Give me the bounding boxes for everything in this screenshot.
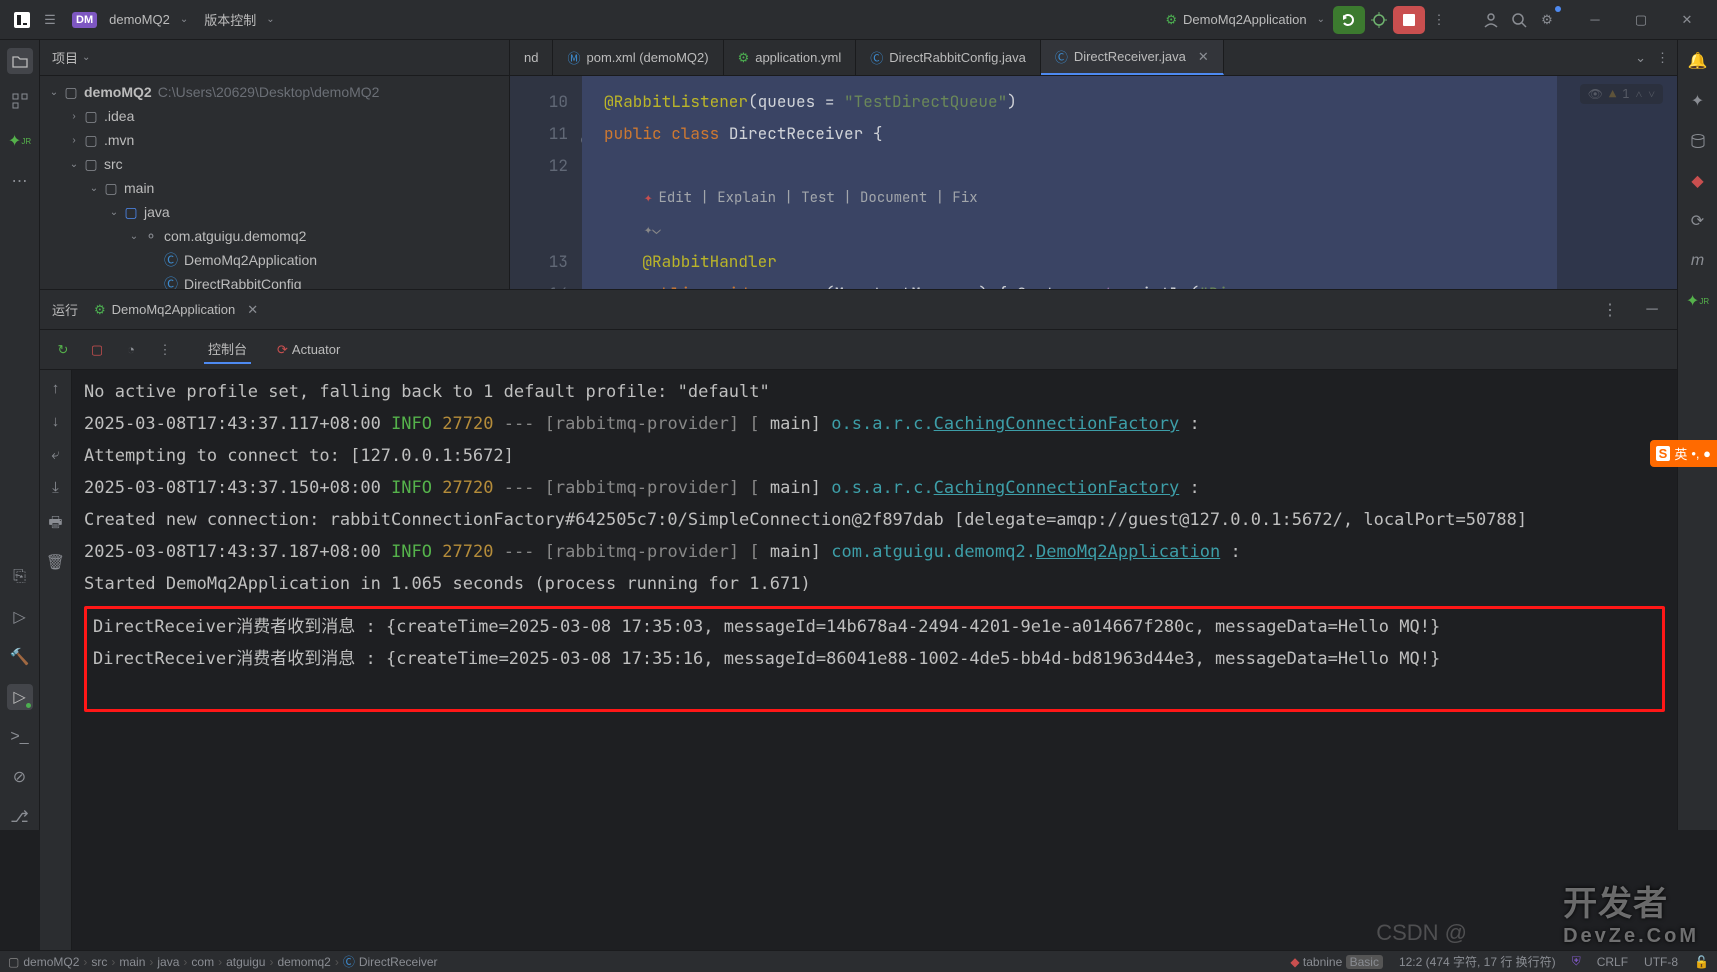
ime-indicator[interactable]: S英 •, ● (1650, 440, 1717, 467)
file-encoding[interactable]: UTF-8 (1644, 955, 1678, 969)
console-rail: ↑ ↓ ⤶ ⤓ 🖶 🗑 (40, 370, 72, 950)
main-menu-icon[interactable]: ☰ (36, 6, 64, 34)
left-tool-rail: ✦JR ⋯ ⎘ ▷ 🔨 ▷ >_ ⊘ ⎇ (0, 40, 40, 830)
soft-wrap-icon[interactable]: ⤶ (51, 446, 59, 463)
more-actions-icon[interactable]: ⋮ (1425, 6, 1453, 34)
build-tool-icon[interactable]: 🔨 (7, 644, 33, 670)
editor-tabs: nd Ⓜpom.xml (demoMQ2) ⚙application.yml Ⓒ… (510, 40, 1677, 76)
readonly-icon[interactable]: 🔓 (1694, 955, 1709, 969)
tree-node-mvn[interactable]: ›▢.mvn (40, 128, 509, 152)
tree-node-src[interactable]: ⌄▢src (40, 152, 509, 176)
tab-yml[interactable]: ⚙application.yml (724, 40, 857, 75)
run-more-icon[interactable]: ⋮ (1597, 297, 1623, 323)
devze-watermark: 开发者DevZe.CoM (1563, 876, 1699, 948)
console-output[interactable]: No active profile set, falling back to 1… (72, 370, 1677, 950)
scroll-end-icon[interactable]: ⤓ (52, 479, 59, 496)
tabnine-status[interactable]: ◆ tabnine Basic (1290, 955, 1383, 969)
search-icon[interactable] (1505, 6, 1533, 34)
tab-config[interactable]: ⒸDirectRabbitConfig.java (856, 40, 1041, 75)
stop-process-icon[interactable]: ▢ (86, 339, 108, 361)
chevron-down-icon: ⌄ (1317, 14, 1325, 25)
status-bar: ▢ demoMQ2› src› main› java› com› atguigu… (0, 950, 1717, 972)
git-tool-icon[interactable]: ⎇ (7, 804, 33, 830)
ai-actions[interactable]: Edit | Explain | Test | Document | Fix (658, 189, 977, 207)
tree-node-main[interactable]: ⌄▢main (40, 176, 509, 200)
run-config-selector[interactable]: ⚙ DemoMq2Application ⌄ (1157, 12, 1333, 28)
tab-more-icon[interactable]: ⋮ (1656, 50, 1669, 66)
tree-root[interactable]: ⌄▢ demoMQ2 C:\Users\20629\Desktop\demoMQ… (40, 80, 509, 104)
ai-assist-icon[interactable]: ✦ (1685, 88, 1711, 114)
run-button[interactable] (1333, 6, 1365, 34)
ai-expand-icon[interactable]: ✦⌄ (644, 221, 661, 239)
jrebel-right-icon[interactable]: ✦JR (1685, 288, 1711, 314)
stop-button[interactable] (1393, 6, 1425, 34)
debug-tool-icon[interactable]: ▷ (7, 604, 33, 630)
project-name: demoMQ2 (109, 12, 170, 27)
scroll-up-icon[interactable]: ↑ (52, 380, 60, 397)
right-tool-rail: 🔔 ✦ ◆ ⟳ m ✦JR (1677, 40, 1717, 830)
line-separator[interactable]: CRLF (1597, 955, 1628, 969)
actuator-tab[interactable]: ⟳Actuator (277, 342, 340, 358)
vcs-menu[interactable]: 版本控制 ⌄ (196, 10, 282, 29)
run-config-icon: ⚙ (1165, 12, 1177, 28)
chevron-down-icon: ⌄ (82, 52, 90, 63)
maximize-button[interactable]: ▢ (1619, 5, 1663, 35)
project-menu[interactable]: DM demoMQ2 ⌄ (64, 12, 196, 28)
close-button[interactable]: ✕ (1665, 5, 1709, 35)
highlighted-output: DirectReceiver消费者收到消息 : {createTime=2025… (84, 606, 1665, 712)
chevron-down-icon: ⌄ (266, 14, 274, 25)
hide-panel-icon[interactable]: ─ (1639, 297, 1665, 323)
print-icon[interactable]: 🖶 (48, 512, 62, 537)
settings-icon[interactable]: ⚙ (1533, 6, 1561, 34)
run-panel-title: 运行 (52, 300, 78, 319)
breadcrumb[interactable]: ▢ demoMQ2› src› main› java› com› atguigu… (8, 953, 438, 970)
project-panel-header[interactable]: 项目 ⌄ (40, 40, 509, 76)
run-status-icon: ⚙ (94, 302, 106, 318)
run-tab[interactable]: ⚙ DemoMq2Application ✕ (94, 302, 258, 318)
jrebel-tool-icon[interactable]: ✦JR (7, 128, 33, 154)
run-panel-header: 运行 ⚙ DemoMq2Application ✕ ⋮ ─ (40, 290, 1677, 330)
run-tool-icon[interactable]: ▷ (7, 684, 33, 710)
shield-icon[interactable]: ⛨ (1572, 954, 1581, 969)
tree-node-class-app[interactable]: ⒸDemoMq2Application (40, 248, 509, 272)
tabnine-icon[interactable]: ◆ (1685, 168, 1711, 194)
app-logo-icon[interactable] (8, 6, 36, 34)
tree-node-package[interactable]: ⌄⚬com.atguigu.demomq2 (40, 224, 509, 248)
minimize-button[interactable]: ─ (1573, 5, 1617, 35)
ai-spark-icon: ✦ (644, 189, 652, 207)
tab-dropdown-icon[interactable]: ⌄ (1635, 50, 1646, 66)
debug-button[interactable] (1365, 6, 1393, 34)
close-run-tab-icon[interactable]: ✕ (247, 302, 258, 318)
problems-tool-icon[interactable]: ⊘ (7, 764, 33, 790)
dashboard-icon[interactable]: ◔ (120, 339, 142, 361)
clear-icon[interactable]: 🗑 (46, 553, 65, 571)
project-badge: DM (72, 12, 97, 28)
run-panel: 运行 ⚙ DemoMq2Application ✕ ⋮ ─ ↻ ▢ ◔ ⋮ 控制… (40, 289, 1677, 950)
rerun-icon[interactable]: ↻ (52, 339, 74, 361)
tab-truncated[interactable]: nd (510, 40, 553, 75)
more-tools-icon[interactable]: ⋯ (7, 168, 33, 194)
scroll-down-icon[interactable]: ↓ (52, 413, 60, 430)
account-icon[interactable] (1477, 6, 1505, 34)
terminal-tool-icon[interactable]: >_ (7, 724, 33, 750)
project-tool-icon[interactable] (7, 48, 33, 74)
close-tab-icon[interactable]: ✕ (1198, 49, 1209, 65)
tree-node-idea[interactable]: ›▢.idea (40, 104, 509, 128)
titlebar: ☰ DM demoMQ2 ⌄ 版本控制 ⌄ ⚙ DemoMq2Applicati… (0, 0, 1717, 40)
notifications-icon[interactable]: 🔔 (1685, 48, 1711, 74)
tree-node-java[interactable]: ⌄▢java (40, 200, 509, 224)
bookmarks-icon[interactable]: ⎘ (7, 564, 33, 590)
caret-position[interactable]: 12:2 (474 字符, 17 行 换行符) (1399, 953, 1556, 970)
tab-pom[interactable]: Ⓜpom.xml (demoMQ2) (553, 40, 723, 75)
structure-tool-icon[interactable] (7, 88, 33, 114)
tab-receiver[interactable]: ⒸDirectReceiver.java✕ (1041, 40, 1224, 75)
chevron-down-icon: ⌄ (180, 14, 188, 25)
maven-m-icon[interactable]: m (1685, 248, 1711, 274)
csdn-watermark: CSDN @ (1376, 920, 1467, 946)
console-tab[interactable]: 控制台 (204, 335, 251, 364)
database-icon[interactable] (1685, 128, 1711, 154)
toolbar-more-icon[interactable]: ⋮ (154, 339, 176, 361)
run-toolbar: ↻ ▢ ◔ ⋮ 控制台 ⟳Actuator (40, 330, 1677, 370)
services-icon[interactable]: ⟳ (1685, 208, 1711, 234)
